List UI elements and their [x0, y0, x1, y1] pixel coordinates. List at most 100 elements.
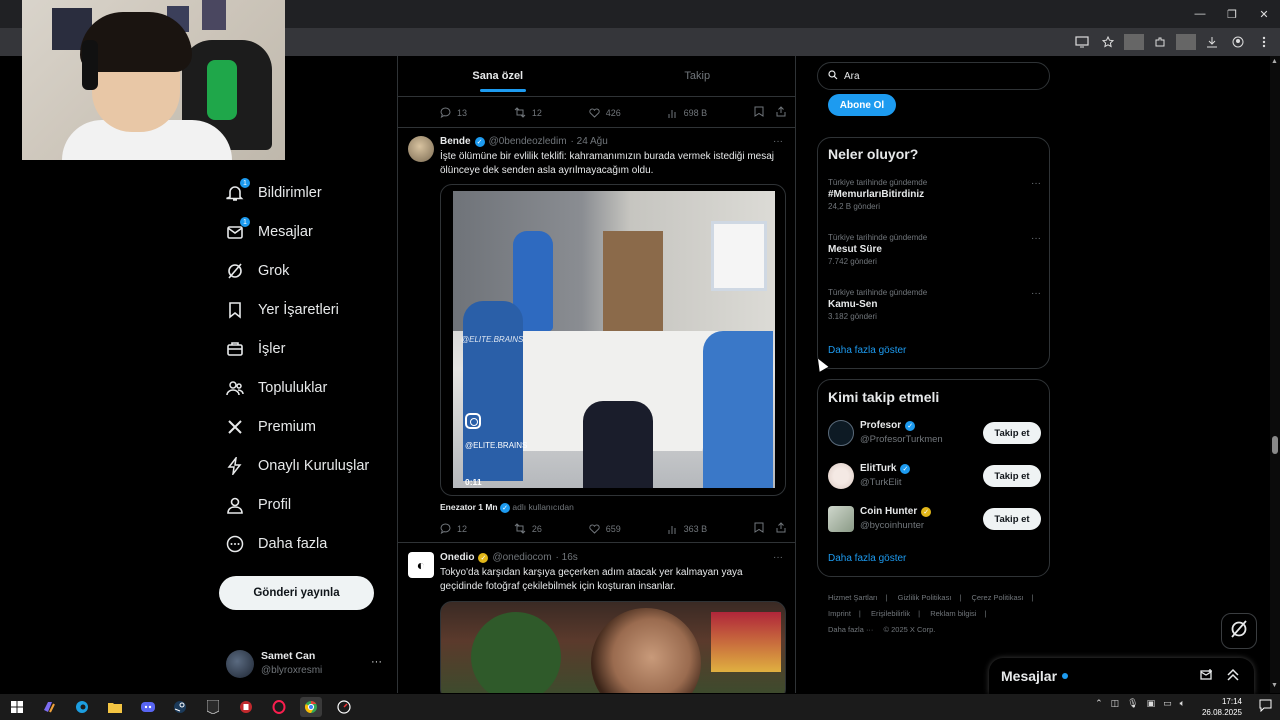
nav-jobs[interactable]: İşler [226, 336, 285, 362]
reply-button[interactable]: 12 [440, 523, 467, 534]
account-switcher[interactable]: Samet Can @blyroxresmi ··· [226, 648, 386, 680]
trend-more-icon[interactable]: ··· [1031, 233, 1041, 244]
tray-app-icon[interactable]: ◫ [1111, 698, 1120, 709]
nav-grok[interactable]: Grok [226, 258, 289, 284]
bookmark-icon[interactable] [754, 522, 764, 535]
profile-icon[interactable] [1228, 34, 1248, 50]
follow-suggestion[interactable]: Coin Hunter ✓ @bycoinhunter Takip et [828, 504, 1041, 536]
tweet-author-name[interactable]: Onedio [440, 552, 474, 563]
microphone-icon[interactable]: 🎙︎ [1127, 698, 1138, 709]
tweet-author-name[interactable]: Bende [440, 136, 471, 147]
nav-more[interactable]: Daha fazla [226, 531, 327, 557]
tweet-timestamp[interactable]: · 24 Ağu [571, 136, 608, 147]
repost-button[interactable]: 26 [514, 523, 542, 534]
follow-button[interactable]: Takip et [983, 465, 1041, 487]
speedometer-app-icon[interactable] [333, 697, 355, 717]
follow-suggestion[interactable]: Profesor ✓ @ProfesorTurkmen Takip et [828, 418, 1041, 450]
share-icon[interactable] [776, 522, 786, 535]
tweet-timestamp[interactable]: · 16s [556, 552, 578, 563]
avatar[interactable] [408, 136, 434, 162]
like-button[interactable]: 426 [589, 108, 621, 118]
footer-link[interactable]: Imprint [828, 609, 851, 618]
scroll-up-icon[interactable]: ▲ [1271, 58, 1278, 65]
tweet-image[interactable] [440, 601, 786, 693]
nav-premium[interactable]: Premium [226, 414, 316, 440]
copilot-icon[interactable] [38, 697, 60, 717]
new-message-icon[interactable] [1200, 668, 1214, 687]
reply-button[interactable]: 13 [440, 107, 467, 118]
edge-icon[interactable] [71, 697, 93, 717]
video-frame[interactable]: @ELITE.BRAINS @ELITE.BRAINS 0:11 [453, 191, 775, 488]
footer-link[interactable]: Erişilebilirlik [871, 609, 910, 618]
star-icon[interactable] [1098, 34, 1118, 50]
share-icon[interactable] [776, 106, 786, 119]
opera-gx-icon[interactable] [268, 697, 290, 717]
trend-item[interactable]: Türkiye tarihinde gündemde Kamu-Sen 3.18… [828, 288, 1041, 321]
tray-chevron-up-icon[interactable]: ⌃ [1095, 698, 1103, 709]
nav-bookmarks[interactable]: Yer İşaretleri [226, 297, 339, 323]
follow-suggestion[interactable]: ElitTurk ✓ @TurkElit Takip et [828, 461, 1041, 493]
footer-link[interactable]: Çerez Politikası [971, 593, 1023, 602]
tray-display-icon[interactable]: ▣ [1147, 698, 1156, 709]
tweet-video[interactable]: @ELITE.BRAINS @ELITE.BRAINS 0:11 [440, 184, 786, 496]
extensions-icon[interactable] [1150, 34, 1170, 50]
views-button[interactable]: 698 B [668, 108, 707, 118]
follow-button[interactable]: Takip et [983, 422, 1041, 444]
epic-games-icon[interactable] [202, 697, 224, 717]
trend-item[interactable]: Türkiye tarihinde gündemde #MemurlarıBit… [828, 178, 1041, 211]
taskbar-clock[interactable]: 17:14 26.08.2025 [1202, 696, 1242, 718]
scrollbar[interactable]: ▲ ▼ [1270, 56, 1280, 693]
app-icon[interactable] [235, 697, 257, 717]
trend-more-icon[interactable]: ··· [1031, 288, 1041, 299]
post-button[interactable]: Gönderi yayınla [219, 576, 374, 610]
file-explorer-icon[interactable] [104, 697, 126, 717]
nav-notifications[interactable]: 1 Bildirimler [226, 178, 322, 206]
like-button[interactable]: 659 [589, 524, 621, 534]
tab-following[interactable]: Takip [598, 56, 796, 96]
expand-up-icon[interactable] [1226, 668, 1240, 687]
nav-communities[interactable]: Topluluklar [226, 375, 327, 401]
steam-icon[interactable] [169, 697, 191, 717]
who-show-more-link[interactable]: Daha fazla göster [828, 553, 906, 564]
repost-button[interactable]: 12 [514, 107, 542, 118]
messages-drawer[interactable]: Mesajlar [989, 658, 1254, 694]
volume-icon[interactable]: 🔈︎ [1180, 698, 1185, 709]
minimize-icon[interactable]: — [1184, 0, 1216, 28]
notification-center-icon[interactable] [1259, 699, 1272, 717]
trend-more-icon[interactable]: ··· [1031, 178, 1041, 189]
tab-for-you[interactable]: Sana özel [398, 56, 598, 96]
nav-profile[interactable]: Profil [226, 492, 291, 518]
views-button[interactable]: 363 B [668, 524, 707, 534]
install-app-icon[interactable] [1072, 34, 1092, 50]
nav-messages[interactable]: 1 Mesajlar [226, 217, 313, 245]
follow-button[interactable]: Takip et [983, 508, 1041, 530]
nav-verified-orgs[interactable]: Onaylı Kuruluşlar [226, 453, 369, 479]
windows-start-icon[interactable] [6, 697, 28, 717]
footer-link[interactable]: Hizmet Şartları [828, 593, 878, 602]
tweet-author-handle[interactable]: @onediocom [492, 552, 551, 563]
video-source[interactable]: Enezator 1 Mn ✓ adlı kullanıcıdan [440, 502, 574, 513]
discord-icon[interactable] [137, 697, 159, 717]
tweet-author-handle[interactable]: @0bendeozledim [489, 136, 567, 147]
restore-icon[interactable]: ❐ [1216, 0, 1248, 28]
bookmark-icon[interactable] [754, 106, 764, 119]
footer-link[interactable]: Reklam bilgisi [930, 609, 976, 618]
avatar[interactable]: ◐ [408, 552, 434, 578]
trends-show-more-link[interactable]: Daha fazla göster [828, 345, 906, 356]
download-icon[interactable] [1202, 34, 1222, 50]
close-icon[interactable]: ✕ [1248, 0, 1280, 28]
trend-item[interactable]: Türkiye tarihinde gündemde Mesut Süre 7.… [828, 233, 1041, 266]
footer-link[interactable]: Daha fazla ··· [828, 625, 873, 634]
grok-button[interactable] [1221, 613, 1257, 649]
kebab-menu-icon[interactable] [1254, 34, 1274, 50]
footer-link[interactable]: Gizlilik Politikası [898, 593, 952, 602]
chrome-icon[interactable] [300, 697, 322, 717]
tweet-more-icon[interactable]: ··· [773, 552, 783, 563]
scroll-down-icon[interactable]: ▼ [1271, 682, 1278, 689]
search-input[interactable]: Ara [817, 62, 1050, 90]
scrollbar-thumb[interactable] [1272, 436, 1278, 454]
tweet-more-icon[interactable]: ··· [773, 136, 783, 147]
network-icon[interactable]: ▭ [1163, 698, 1172, 709]
account-menu-icon[interactable]: ··· [371, 656, 382, 668]
subscribe-button[interactable]: Abone Ol [828, 94, 896, 116]
